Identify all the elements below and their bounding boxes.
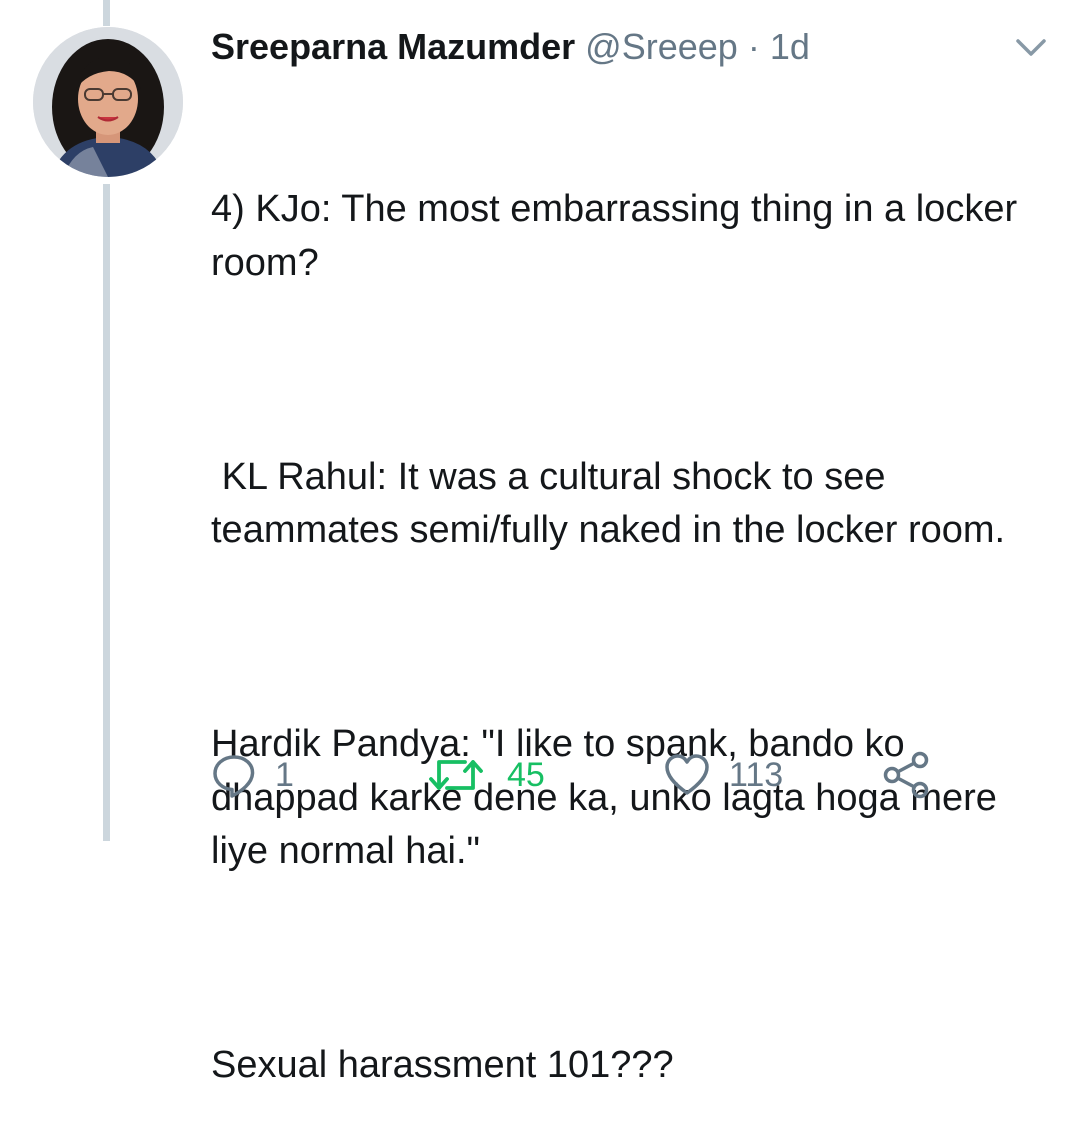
thread-line-top <box>103 0 110 26</box>
share-icon <box>882 751 930 799</box>
tweet-header: Sreeparna Mazumder @Sreeep · 1d <box>211 22 810 72</box>
author-name[interactable]: Sreeparna Mazumder <box>211 26 575 67</box>
tweet-paragraph: KL Rahul: It was a cultural shock to see… <box>211 455 1006 552</box>
retweet-icon <box>427 752 485 798</box>
avatar[interactable] <box>33 27 183 177</box>
share-button[interactable] <box>882 745 930 805</box>
separator-dot: · <box>747 26 760 67</box>
tweet-text: 4) KJo: The most embarrassing thing in a… <box>211 76 1061 1146</box>
like-button[interactable]: 113 <box>663 745 783 805</box>
tweet-timestamp[interactable]: 1d <box>770 26 810 67</box>
like-count: 113 <box>729 755 784 794</box>
retweet-button[interactable]: 45 <box>427 745 545 805</box>
retweet-count: 45 <box>507 755 545 794</box>
chevron-down-icon[interactable] <box>1014 36 1048 60</box>
reply-count: 1 <box>275 755 294 794</box>
tweet-paragraph: 4) KJo: The most embarrassing thing in a… <box>211 188 1028 284</box>
reply-icon <box>211 752 257 798</box>
author-handle[interactable]: @Sreeep <box>585 26 738 67</box>
tweet-actions: 1 45 113 <box>0 745 1080 805</box>
reply-button[interactable]: 1 <box>211 745 294 805</box>
tweet-paragraph: Sexual harassment 101??? <box>211 1044 674 1086</box>
thread-line-bottom <box>103 184 110 841</box>
heart-icon <box>663 752 711 798</box>
